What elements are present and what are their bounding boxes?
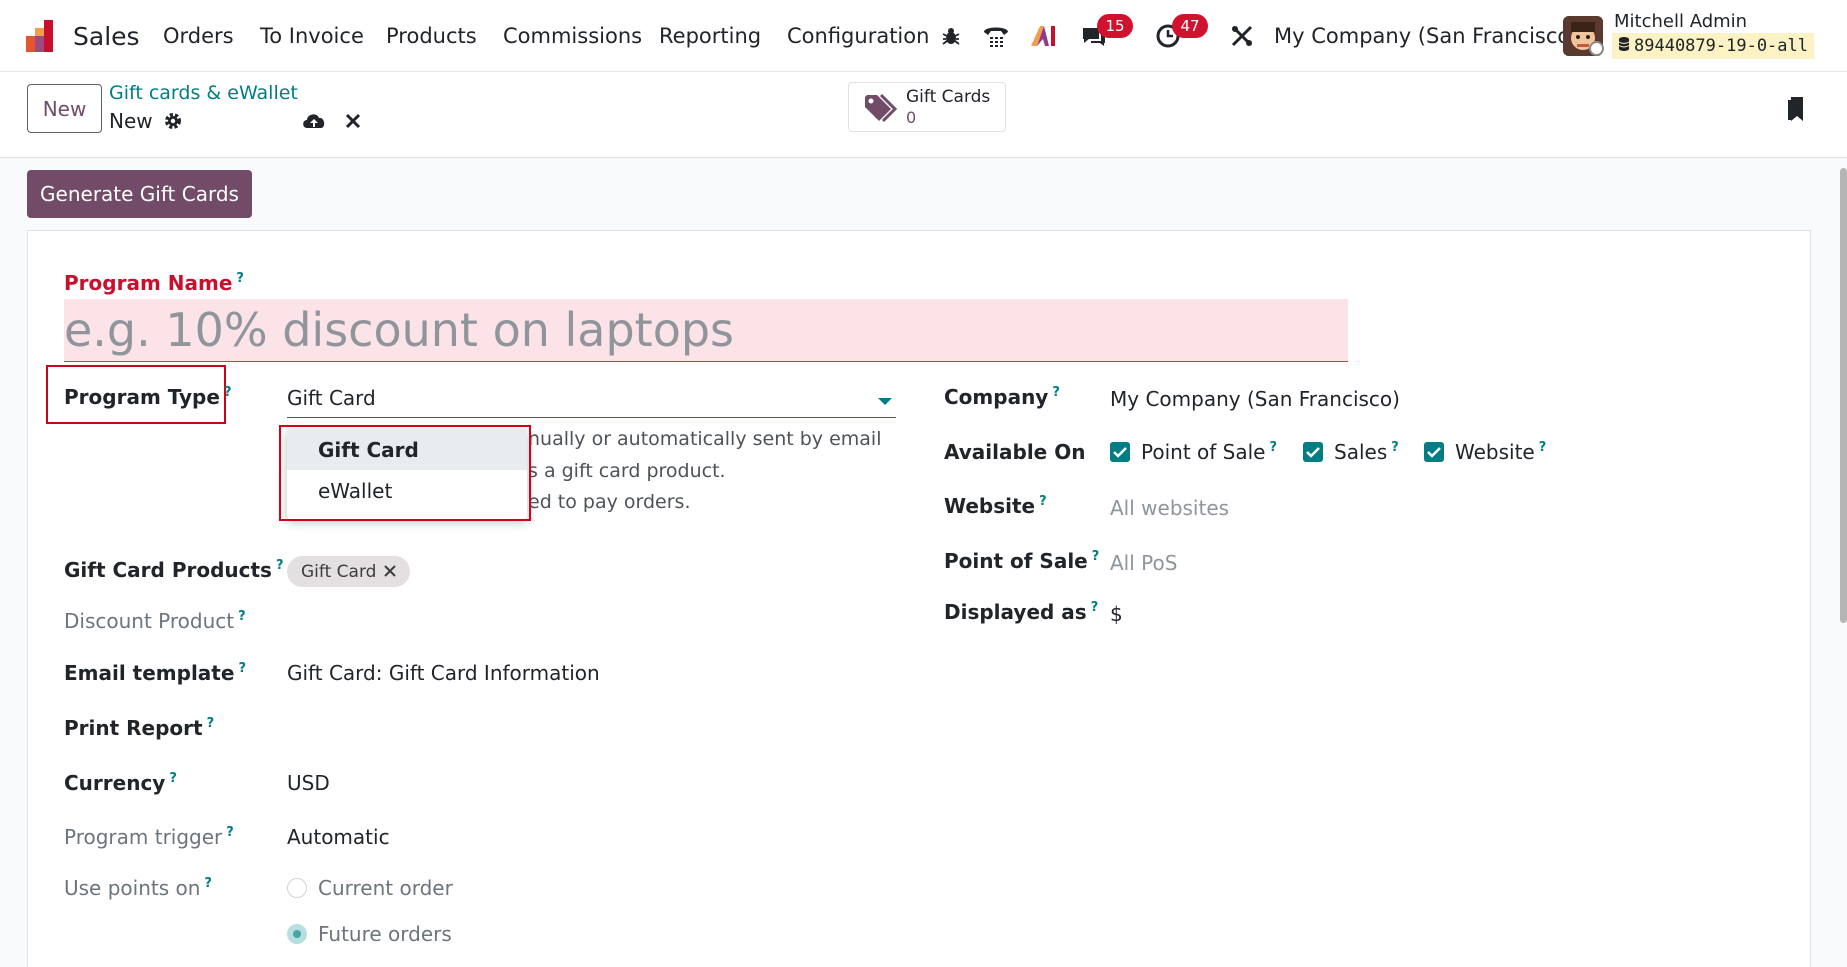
new-button[interactable]: New <box>27 84 102 133</box>
website-field[interactable]: All websites <box>1110 496 1229 520</box>
menu-configuration[interactable]: Configuration <box>787 0 929 72</box>
sales-option: Sales? <box>1334 440 1399 464</box>
save-cloud-upload-icon[interactable] <box>301 108 327 132</box>
control-panel: New Gift cards & eWallet New Gift Cards … <box>0 72 1847 158</box>
menu-commissions[interactable]: Commissions <box>503 0 642 72</box>
menu-to-invoice[interactable]: To Invoice <box>260 0 364 72</box>
help-icon[interactable]: ? <box>238 661 246 676</box>
menu-orders[interactable]: Orders <box>163 0 234 72</box>
sales-app-icon[interactable] <box>24 0 60 72</box>
program-name-input[interactable] <box>64 299 1348 362</box>
help-icon[interactable]: ? <box>276 558 284 573</box>
settings-tools-icon[interactable] <box>1228 0 1256 72</box>
database-tag: 89440879-19-0-all <box>1612 33 1814 59</box>
user-status-icon <box>1589 41 1604 56</box>
email-template-field[interactable]: Gift Card: Gift Card Information <box>287 661 600 685</box>
activities-count-badge: 47 <box>1172 14 1208 38</box>
program-type-select[interactable]: Gift Card <box>287 382 896 418</box>
point-of-sale-field[interactable]: All PoS <box>1110 551 1177 575</box>
program-trigger-field: Automatic <box>287 825 390 849</box>
user-name[interactable]: Mitchell Admin <box>1614 11 1747 32</box>
help-icon[interactable]: ? <box>1092 549 1100 564</box>
menu-reporting[interactable]: Reporting <box>659 0 761 72</box>
help-icon[interactable]: ? <box>169 771 177 786</box>
company-switcher[interactable]: My Company (San Francisco) <box>1274 0 1578 72</box>
gift-card-product-tag: Gift Card <box>287 556 411 587</box>
discard-close-icon[interactable] <box>342 110 364 132</box>
displayed-as-label: Displayed as? <box>944 600 1099 624</box>
record-name: New <box>109 109 153 133</box>
gift-cards-smart-button[interactable]: Gift Cards 0 <box>848 82 1006 132</box>
menu-products[interactable]: Products <box>386 0 477 72</box>
breadcrumb-gift-cards-ewallet[interactable]: Gift cards & eWallet <box>109 82 298 104</box>
checkbox-sales[interactable] <box>1303 442 1323 462</box>
help-icon[interactable]: ? <box>238 609 246 624</box>
tag-label: Gift Card <box>301 561 377 582</box>
tags-icon <box>863 92 899 124</box>
help-icon[interactable]: ? <box>204 876 212 891</box>
discount-product-label: Discount Product? <box>64 609 246 633</box>
caret-down-icon <box>878 398 892 405</box>
company-field[interactable]: My Company (San Francisco) <box>1110 387 1400 411</box>
gear-icon[interactable] <box>162 110 184 132</box>
help-icon[interactable]: ? <box>1052 385 1060 400</box>
point-of-sale-label: Point of Sale? <box>944 549 1100 573</box>
radio-current-order[interactable] <box>287 878 307 898</box>
app-name[interactable]: Sales <box>73 0 140 72</box>
smart-button-count: 0 <box>906 108 917 127</box>
displayed-as-field: $ <box>1110 602 1123 626</box>
help-icon[interactable]: ? <box>226 825 234 840</box>
help-icon[interactable]: ? <box>1091 600 1099 615</box>
generate-gift-cards-button[interactable]: Generate Gift Cards <box>27 170 252 218</box>
help-icon[interactable]: ? <box>207 716 215 731</box>
currency-label: Currency? <box>64 771 177 795</box>
email-template-label: Email template? <box>64 661 246 685</box>
debug-bug-icon[interactable] <box>938 0 964 72</box>
database-name: 89440879-19-0-all <box>1634 36 1808 56</box>
point-of-sale-option: Point of Sale? <box>1141 440 1278 464</box>
voip-phone-icon[interactable] <box>981 0 1011 72</box>
help-icon[interactable]: ? <box>1391 440 1399 455</box>
help-icon[interactable]: ? <box>1269 440 1277 455</box>
bookmark-icon[interactable] <box>1783 94 1809 124</box>
program-name-label: Program Name? <box>64 271 244 295</box>
top-navbar: Sales Orders To Invoice Products Commiss… <box>0 0 1847 72</box>
use-points-on-label: Use points on? <box>64 876 212 900</box>
radio-future-orders-label: Future orders <box>318 922 452 946</box>
scrollbar[interactable] <box>1840 168 1847 623</box>
available-on-label: Available On <box>944 440 1086 464</box>
program-type-description-line-2: s a gift card product. <box>528 460 726 482</box>
website-option: Website? <box>1455 440 1547 464</box>
radio-current-order-label: Current order <box>318 876 453 900</box>
program-trigger-label: Program trigger? <box>64 825 234 849</box>
radio-future-orders[interactable] <box>287 924 307 944</box>
help-icon[interactable]: ? <box>1539 440 1547 455</box>
tag-remove-icon[interactable] <box>384 562 397 582</box>
checkbox-point-of-sale[interactable] <box>1110 442 1130 462</box>
currency-field[interactable]: USD <box>287 771 330 795</box>
program-type-description-line-1: nually or automatically sent by email <box>528 428 882 450</box>
program-type-dropdown-highlight <box>279 425 531 521</box>
ai-assistant-icon[interactable] <box>1029 0 1059 72</box>
program-type-description-line-3: ed to pay orders. <box>528 491 691 513</box>
smart-button-label: Gift Cards <box>906 87 991 107</box>
help-icon[interactable]: ? <box>224 385 232 400</box>
help-icon[interactable]: ? <box>236 271 244 286</box>
program-type-value: Gift Card <box>287 386 376 410</box>
program-type-label: Program Type? <box>64 385 232 409</box>
database-icon <box>1618 36 1630 57</box>
checkbox-website[interactable] <box>1424 442 1444 462</box>
company-label: Company? <box>944 385 1060 409</box>
help-icon[interactable]: ? <box>1039 494 1047 509</box>
website-label: Website? <box>944 494 1047 518</box>
print-report-label: Print Report? <box>64 716 215 740</box>
messages-count-badge: 15 <box>1097 14 1133 38</box>
gift-card-products-label: Gift Card Products? <box>64 558 284 582</box>
